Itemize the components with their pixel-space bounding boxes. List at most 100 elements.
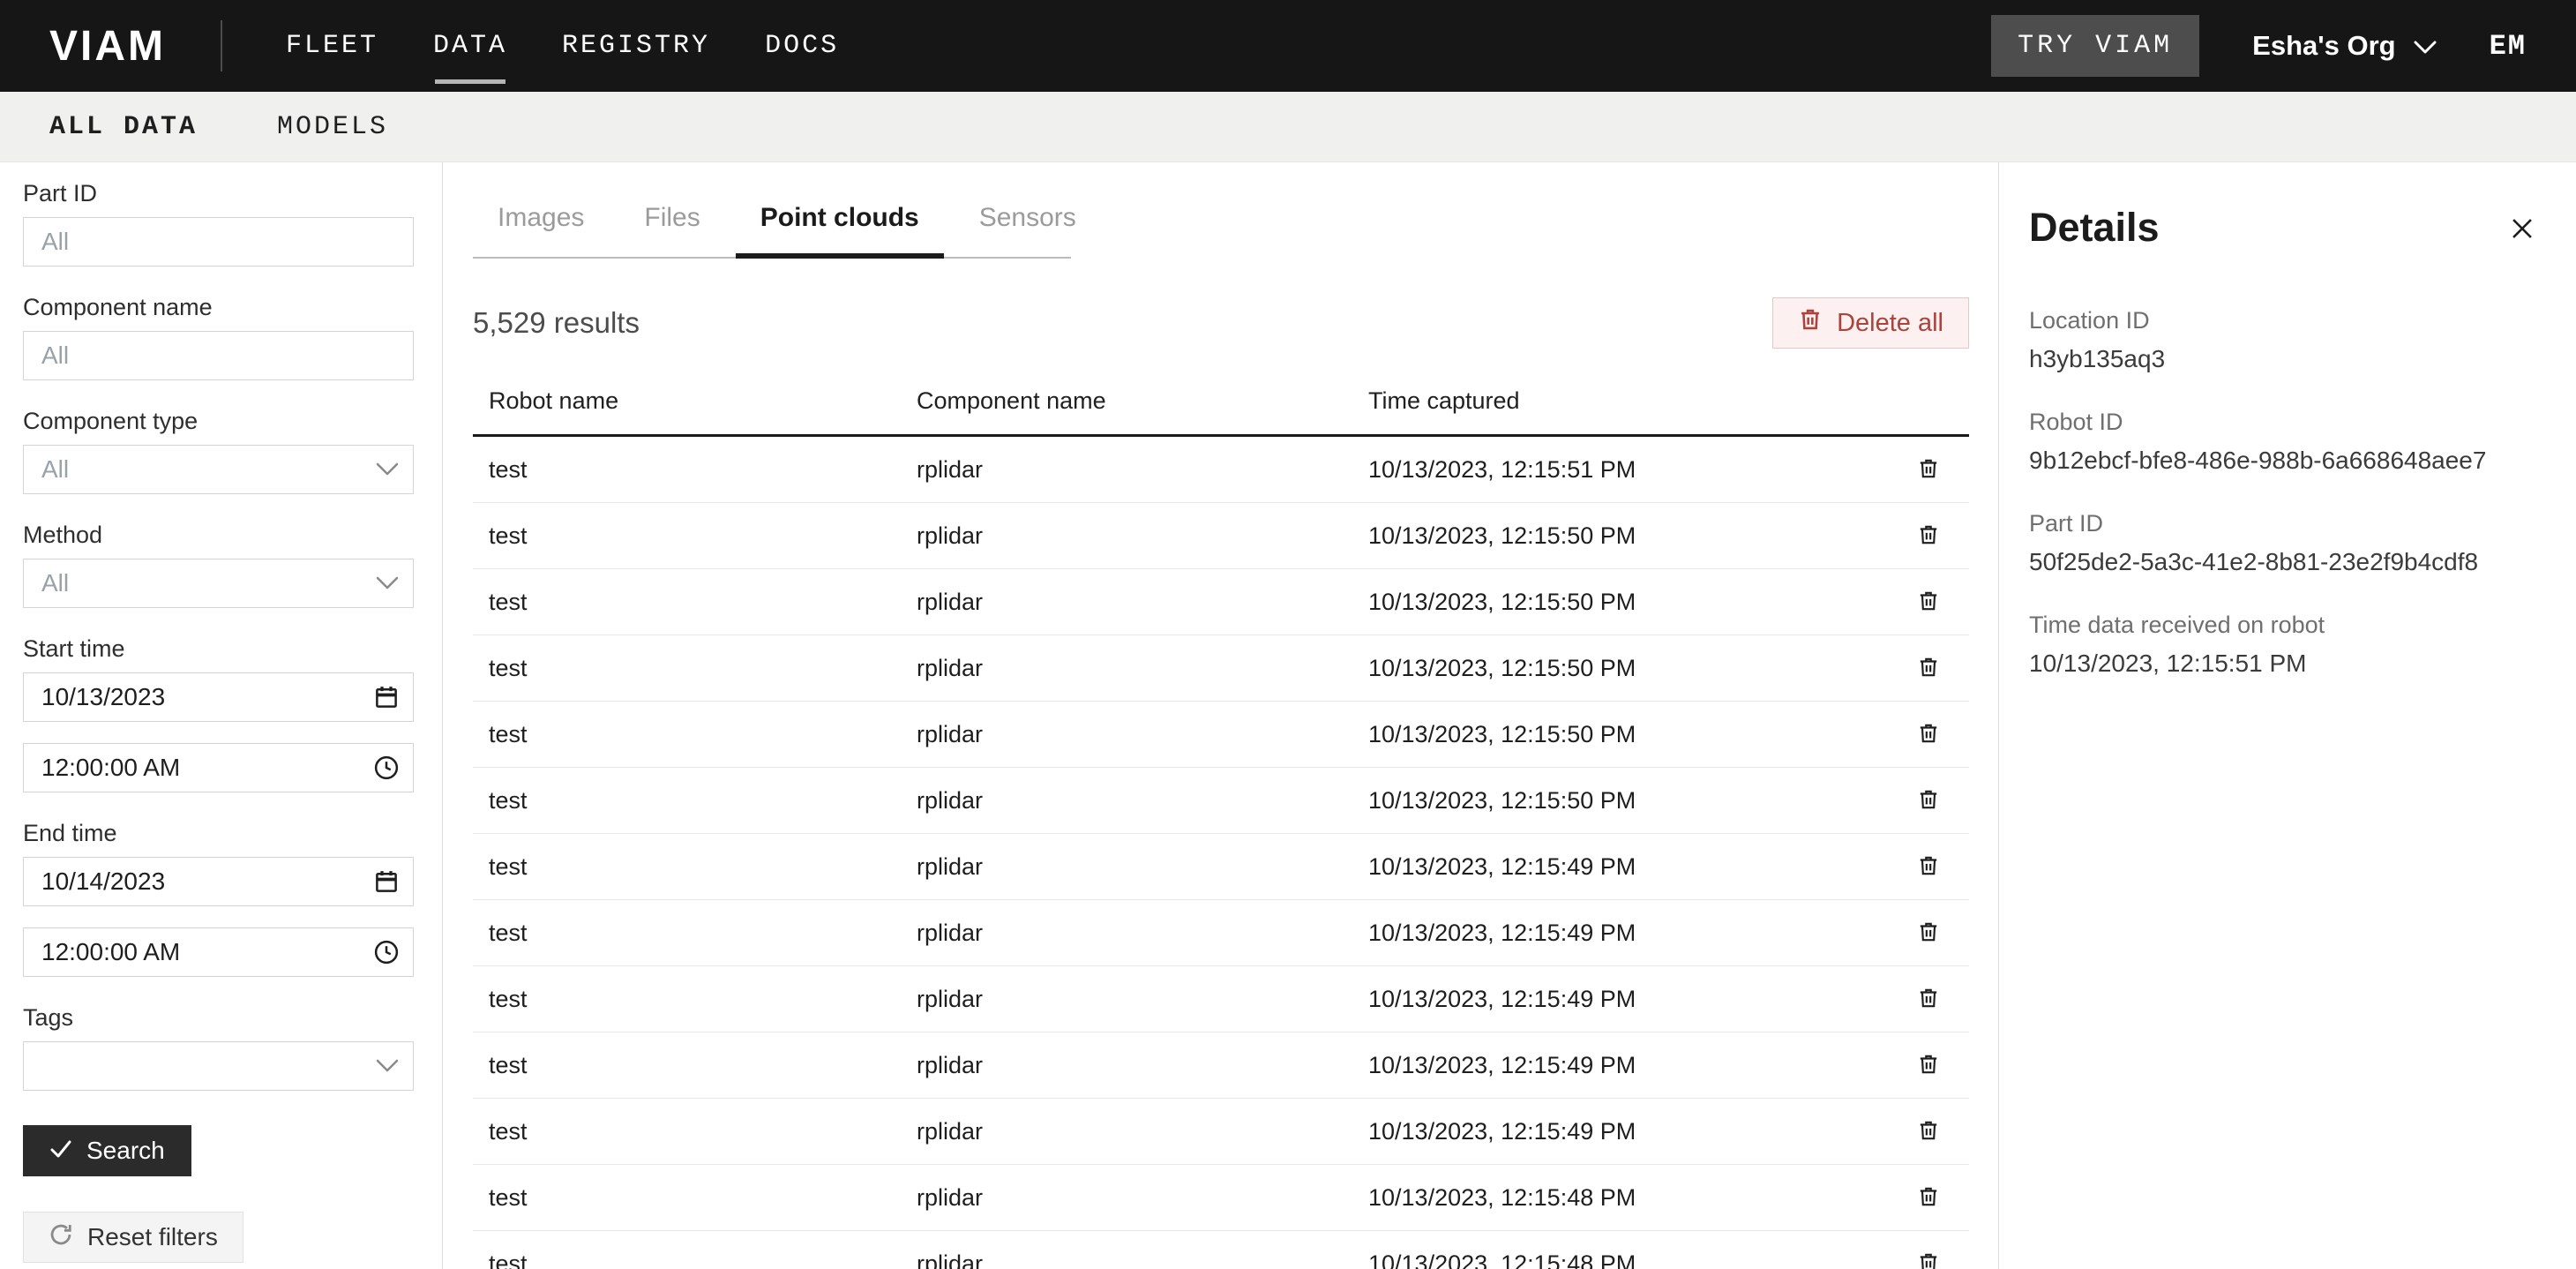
method-select[interactable]: All [23, 559, 414, 608]
delete-row-button[interactable] [1912, 717, 1945, 753]
details-title: Details [2029, 205, 2160, 251]
cell-time-captured: 10/13/2023, 12:15:50 PM [1368, 787, 1888, 815]
trash-icon [1917, 523, 1940, 549]
column-time-captured: Time captured [1368, 387, 1888, 415]
calendar-icon [373, 684, 400, 710]
nav-item-docs[interactable]: DOCS [765, 22, 839, 70]
table-row[interactable]: test rplidar 10/13/2023, 12:15:51 PM [473, 437, 1969, 503]
chevron-down-icon [376, 462, 399, 477]
trash-icon [1917, 722, 1940, 747]
delete-row-button[interactable] [1912, 650, 1945, 687]
table-row[interactable]: test rplidar 10/13/2023, 12:15:49 PM [473, 1099, 1969, 1165]
cell-time-captured: 10/13/2023, 12:15:50 PM [1368, 522, 1888, 550]
delete-all-button[interactable]: Delete all [1772, 297, 1969, 349]
delete-row-button[interactable] [1912, 849, 1945, 885]
table-row[interactable]: test rplidar 10/13/2023, 12:15:49 PM [473, 900, 1969, 966]
primary-nav: FLEET DATA REGISTRY DOCS [286, 22, 839, 70]
close-icon [2507, 214, 2537, 246]
delete-row-button[interactable] [1912, 452, 1945, 488]
delete-row-button[interactable] [1912, 584, 1945, 620]
trash-icon [1917, 1119, 1940, 1145]
cell-component-name: rplidar [917, 986, 1368, 1013]
table-row[interactable]: test rplidar 10/13/2023, 12:15:50 PM [473, 503, 1969, 569]
table-row[interactable]: test rplidar 10/13/2023, 12:15:49 PM [473, 966, 1969, 1032]
delete-row-button[interactable] [1912, 783, 1945, 819]
table-header: Robot name Component name Time captured [473, 387, 1969, 437]
tags-label: Tags [23, 1004, 413, 1032]
cell-time-captured: 10/13/2023, 12:15:50 PM [1368, 721, 1888, 748]
topbar-divider [221, 20, 222, 71]
delete-row-button[interactable] [1912, 981, 1945, 1017]
chevron-down-icon [2414, 30, 2437, 62]
cell-component-name: rplidar [917, 1052, 1368, 1079]
tab-all-data[interactable]: ALL DATA [49, 112, 198, 142]
table-row[interactable]: test rplidar 10/13/2023, 12:15:48 PM [473, 1231, 1969, 1269]
trash-icon [1917, 1053, 1940, 1078]
search-button[interactable]: Search [23, 1125, 191, 1176]
table-body: test rplidar 10/13/2023, 12:15:51 PM tes… [473, 437, 1969, 1269]
cell-robot-name: test [473, 1052, 917, 1079]
table-row[interactable]: test rplidar 10/13/2023, 12:15:50 PM [473, 702, 1969, 768]
end-time-label: End time [23, 820, 413, 847]
trash-icon [1917, 589, 1940, 615]
table-row[interactable]: test rplidar 10/13/2023, 12:15:49 PM [473, 1032, 1969, 1099]
filter-sidebar: Part ID Component name Component type Al… [0, 162, 443, 1269]
tab-files[interactable]: Files [619, 203, 724, 257]
trash-icon [1917, 457, 1940, 483]
tags-select[interactable] [23, 1041, 414, 1091]
data-type-tabs: Images Files Point clouds Sensors [473, 203, 1071, 259]
start-time-label: Start time [23, 635, 413, 663]
reset-filters-button[interactable]: Reset filters [23, 1212, 243, 1263]
delete-row-button[interactable] [1912, 518, 1945, 554]
table-row[interactable]: test rplidar 10/13/2023, 12:15:50 PM [473, 569, 1969, 635]
tab-sensors[interactable]: Sensors [955, 203, 1101, 257]
data-results-panel: Images Files Point clouds Sensors 5,529 … [443, 162, 1998, 1269]
component-name-input[interactable] [23, 331, 414, 380]
chevron-down-icon [376, 1059, 399, 1073]
part-id-input[interactable] [23, 217, 414, 267]
tab-images[interactable]: Images [473, 203, 609, 257]
start-date-input[interactable] [23, 672, 414, 722]
part-id-detail-value: 50f25de2-5a3c-41e2-8b81-23e2f9b4cdf8 [2029, 548, 2541, 576]
cell-robot-name: test [473, 1118, 917, 1145]
refresh-icon [49, 1222, 73, 1253]
nav-item-fleet[interactable]: FLEET [286, 22, 378, 70]
table-row[interactable]: test rplidar 10/13/2023, 12:15:49 PM [473, 834, 1969, 900]
table-row[interactable]: test rplidar 10/13/2023, 12:15:48 PM [473, 1165, 1969, 1231]
end-date-input[interactable] [23, 857, 414, 906]
cell-robot-name: test [473, 986, 917, 1013]
tab-point-clouds[interactable]: Point clouds [736, 203, 944, 257]
end-time-input[interactable] [23, 927, 414, 977]
delete-row-button[interactable] [1912, 1047, 1945, 1084]
org-name: Esha's Org [2252, 30, 2395, 62]
user-initials-button[interactable]: EM [2490, 30, 2534, 63]
trash-icon [1917, 1185, 1940, 1211]
trash-icon [1917, 854, 1940, 880]
cell-time-captured: 10/13/2023, 12:15:48 PM [1368, 1184, 1888, 1212]
delete-row-button[interactable] [1912, 915, 1945, 951]
delete-row-button[interactable] [1912, 1114, 1945, 1150]
trash-icon [1917, 987, 1940, 1012]
table-row[interactable]: test rplidar 10/13/2023, 12:15:50 PM [473, 768, 1969, 834]
nav-item-data[interactable]: DATA [433, 22, 507, 70]
clock-icon [373, 755, 400, 781]
nav-item-registry[interactable]: REGISTRY [562, 22, 710, 70]
try-viam-button[interactable]: TRY VIAM [1991, 15, 2199, 77]
org-switcher[interactable]: Esha's Org [2252, 30, 2436, 62]
cell-time-captured: 10/13/2023, 12:15:49 PM [1368, 1118, 1888, 1145]
table-row[interactable]: test rplidar 10/13/2023, 12:15:50 PM [473, 635, 1969, 702]
close-details-button[interactable] [2504, 210, 2541, 250]
start-time-input[interactable] [23, 743, 414, 792]
chevron-down-icon [376, 576, 399, 590]
data-section-tabs: ALL DATA MODELS [0, 92, 2576, 162]
component-type-select[interactable]: All [23, 445, 414, 494]
component-type-label: Component type [23, 408, 413, 435]
time-received-label: Time data received on robot [2029, 612, 2541, 639]
trash-icon [1917, 656, 1940, 681]
cell-robot-name: test [473, 1250, 917, 1269]
tab-models[interactable]: MODELS [277, 112, 388, 142]
delete-row-button[interactable] [1912, 1246, 1945, 1269]
cell-robot-name: test [473, 853, 917, 881]
cell-robot-name: test [473, 721, 917, 748]
delete-row-button[interactable] [1912, 1180, 1945, 1216]
